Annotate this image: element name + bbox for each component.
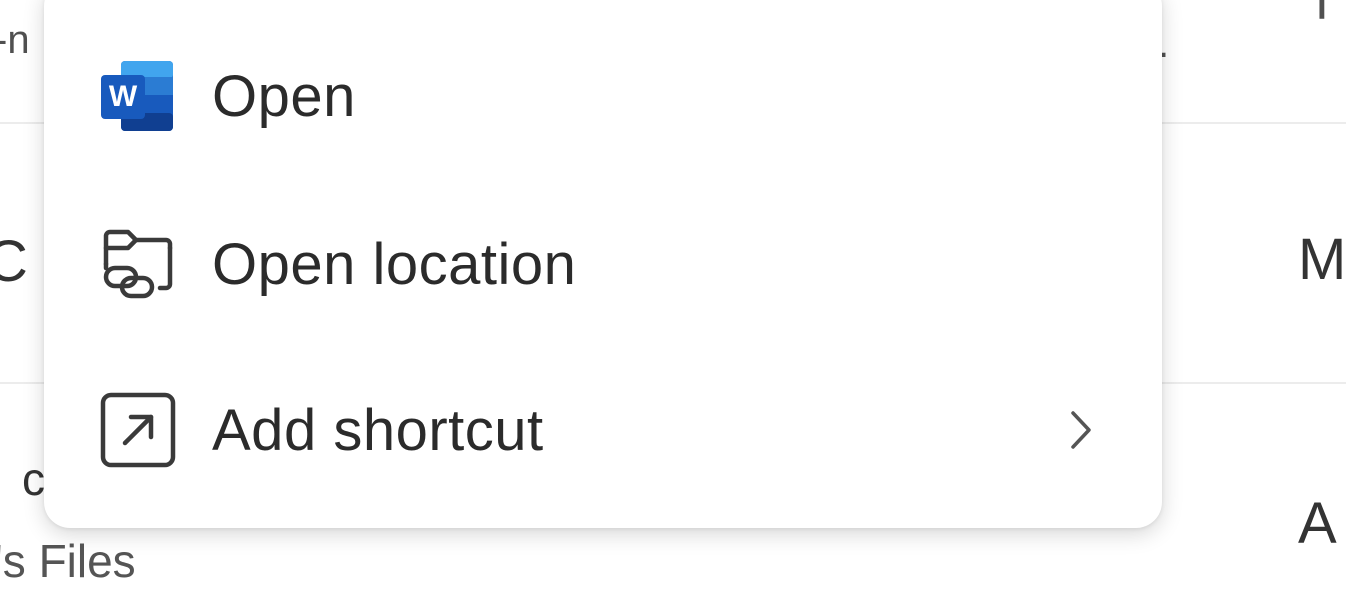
file-row-column-fragment: T	[1306, 0, 1338, 31]
screen: -n . T C M c 's Files A W Open	[0, 0, 1346, 600]
file-row-name-fragment: -n	[0, 18, 30, 62]
file-row-column-fragment: A	[1298, 491, 1337, 556]
folder-link-icon	[98, 224, 178, 304]
chevron-right-icon	[1060, 400, 1100, 460]
shortcut-arrow-icon	[98, 390, 178, 470]
menu-item-open-location[interactable]: Open location	[44, 180, 1162, 348]
file-row-name-fragment: c	[22, 453, 45, 505]
file-row-location: 's Files	[0, 535, 136, 587]
context-menu: W Open Open location Add shortcut	[44, 0, 1162, 528]
file-row-name-fragment: C	[0, 229, 28, 294]
svg-text:W: W	[109, 80, 138, 113]
menu-item-add-shortcut[interactable]: Add shortcut	[44, 346, 1162, 514]
menu-item-label: Open	[212, 63, 356, 129]
menu-item-open[interactable]: W Open	[44, 12, 1162, 180]
file-row-column-fragment: M	[1298, 227, 1346, 292]
word-icon: W	[98, 56, 178, 136]
menu-item-label: Add shortcut	[212, 397, 544, 463]
menu-item-label: Open location	[212, 231, 577, 297]
